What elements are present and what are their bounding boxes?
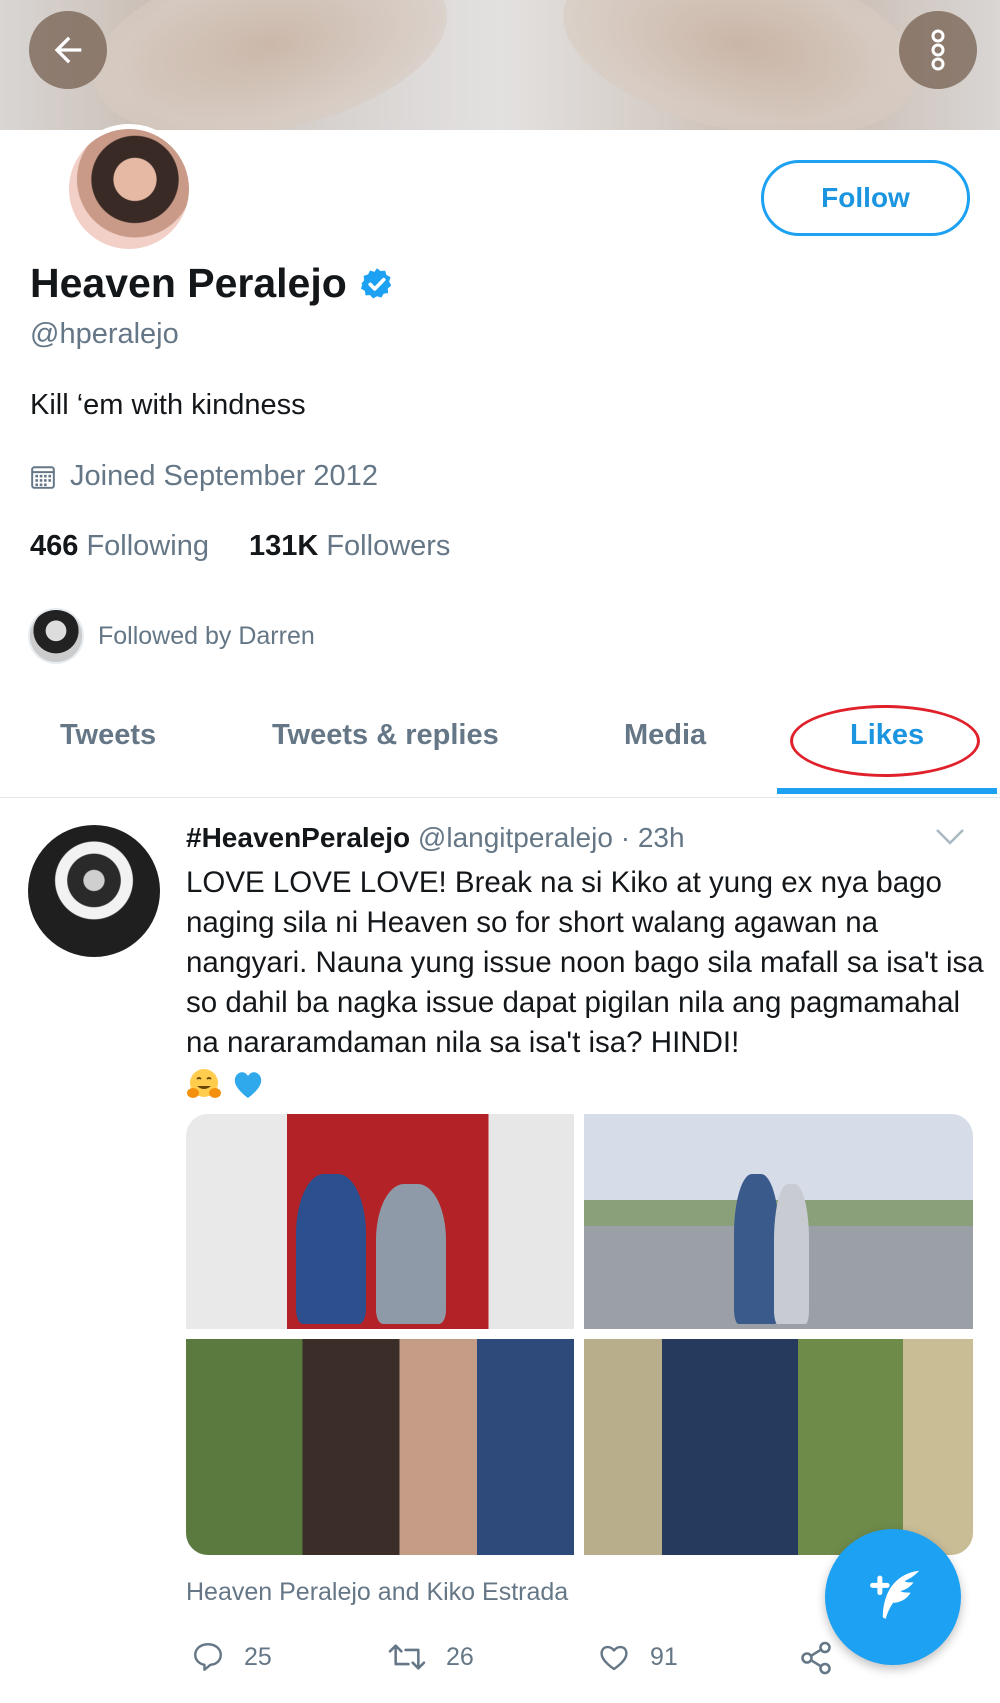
photo-2[interactable] (584, 1114, 973, 1329)
joined-text: Joined September 2012 (70, 460, 378, 492)
photo-3[interactable] (186, 1339, 574, 1555)
arrow-left-icon (54, 36, 82, 64)
heart-icon (600, 1645, 628, 1671)
reply-icon (194, 1643, 222, 1671)
profile-bio: Kill ‘em with kindness (30, 389, 306, 421)
photo-4[interactable] (584, 1339, 973, 1555)
tweet-author-name[interactable]: #HeavenPeralejo (186, 822, 410, 853)
retweet-button[interactable]: 26 (386, 1640, 474, 1674)
following-label: Following (86, 530, 209, 562)
chevron-down-icon[interactable] (934, 826, 966, 848)
profile-tabs: Tweets Tweets & replies Media Likes (0, 705, 1000, 798)
reply-button[interactable]: 25 (190, 1640, 272, 1674)
back-button[interactable] (29, 11, 107, 89)
followers-count: 131K (248, 530, 319, 562)
share-button[interactable] (798, 1640, 834, 1676)
retweet-count: 26 (446, 1642, 474, 1671)
tab-tweets-replies[interactable]: Tweets & replies (272, 719, 499, 752)
photo-1[interactable] (186, 1114, 574, 1329)
tab-tweets[interactable]: Tweets (60, 719, 156, 752)
more-vertical-icon (931, 29, 945, 71)
compose-tweet-button[interactable] (825, 1529, 961, 1665)
followed-by-text: Followed by Darren (98, 621, 315, 650)
following-count: 466 (30, 530, 79, 562)
profile-banner[interactable] (0, 0, 1000, 130)
media-caption[interactable]: Heaven Peralejo and Kiko Estrada (186, 1578, 568, 1607)
profile-name-row: Heaven Peralejo (30, 260, 395, 307)
profile-handle: @hperalejo (30, 318, 179, 350)
like-button[interactable]: 91 (596, 1640, 678, 1674)
followed-by[interactable]: Followed by Darren (28, 608, 315, 664)
followers-label: Followers (326, 530, 451, 562)
tweet-time: 23h (637, 822, 685, 853)
tab-media[interactable]: Media (624, 719, 706, 752)
compose-feather-icon (870, 1570, 920, 1619)
tweet-author-handle: @langitperalejo (417, 822, 613, 853)
following-stat[interactable]: 466 Following (30, 530, 209, 563)
tweet-emojis (186, 1063, 986, 1103)
follower-avatar (28, 608, 84, 664)
tweet-author-avatar[interactable] (28, 825, 160, 957)
tweet-actions: 25 26 91 (186, 1640, 846, 1690)
calendar-icon (31, 465, 55, 489)
share-icon (801, 1641, 831, 1675)
more-options-button[interactable] (899, 11, 977, 89)
hugging-face-icon (187, 1069, 221, 1099)
follow-button[interactable]: Follow (761, 160, 970, 236)
follow-stats: 466 Following 131K Followers (30, 530, 450, 563)
annotation-circle (790, 705, 980, 777)
tweet-text-block: LOVE LOVE LOVE! Break na si Kiko at yung… (186, 863, 986, 1103)
joined-date: Joined September 2012 (30, 460, 378, 493)
tweet-media-grid[interactable] (186, 1114, 973, 1555)
followers-stat[interactable]: 131K Followers (249, 530, 450, 563)
active-tab-indicator (777, 788, 997, 794)
blue-heart-icon (234, 1072, 262, 1099)
reply-count: 25 (244, 1642, 272, 1671)
profile-avatar[interactable] (64, 124, 194, 254)
profile-name: Heaven Peralejo (30, 260, 347, 306)
tweet-separator: · (620, 822, 631, 853)
like-count: 91 (650, 1642, 678, 1671)
retweet-icon (388, 1644, 426, 1670)
tweet-header: #HeavenPeralejo @langitperalejo · 23h (186, 822, 685, 854)
verified-badge-icon (360, 267, 392, 299)
tweet-text: LOVE LOVE LOVE! Break na si Kiko at yung… (186, 866, 984, 1059)
